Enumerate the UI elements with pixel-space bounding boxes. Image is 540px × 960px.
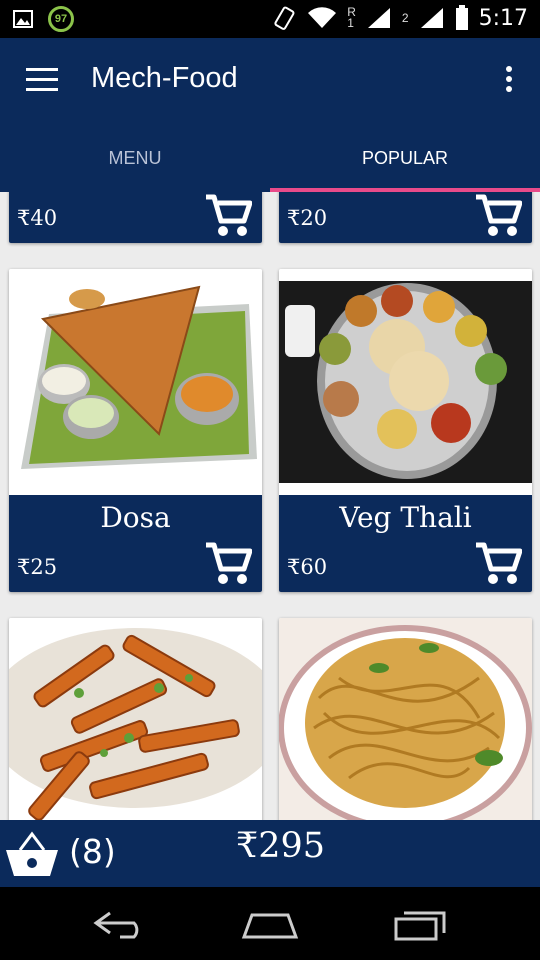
wifi-icon <box>308 7 337 29</box>
overflow-menu-icon[interactable] <box>504 66 514 96</box>
product-card[interactable] <box>9 618 262 820</box>
product-info: Dosa ₹25 <box>9 495 262 592</box>
signal-icon <box>367 8 390 28</box>
add-to-cart-icon[interactable] <box>204 539 252 587</box>
app-title: Mech-Food <box>91 62 238 94</box>
product-name: Dosa <box>100 501 171 534</box>
product-price: ₹20 <box>287 206 328 230</box>
vibrate-icon <box>274 6 295 30</box>
product-card[interactable]: Dosa ₹25 <box>9 269 262 592</box>
app-bar: Mech-Food MENU POPULAR <box>0 38 540 192</box>
product-price: ₹60 <box>287 555 328 579</box>
chilli-potato-image <box>9 618 262 820</box>
product-card[interactable]: Veg Thali ₹60 <box>279 269 532 592</box>
product-card[interactable] <box>279 618 532 820</box>
cart-total-price: ₹295 <box>236 826 326 866</box>
status-time: 5:17 <box>478 5 528 31</box>
battery-icon <box>455 5 468 30</box>
home-icon[interactable] <box>240 907 300 941</box>
veg-thali-image <box>279 269 532 495</box>
product-info: Veg Thali ₹60 <box>279 495 532 592</box>
tab-popular[interactable]: POPULAR <box>270 138 540 192</box>
recent-apps-icon[interactable] <box>390 907 450 941</box>
hamburger-menu-icon[interactable] <box>26 68 58 94</box>
back-icon[interactable] <box>90 907 150 941</box>
product-info: ₹20 <box>279 192 532 243</box>
product-price: ₹40 <box>17 206 58 230</box>
dosa-image <box>9 269 262 495</box>
product-grid: ₹40 ₹20 Dosa ₹25 Veg Thali ₹60 <box>0 192 540 820</box>
system-nav-bar <box>0 887 540 960</box>
status-bar: 97 R 1 2 5:17 <box>0 0 540 38</box>
add-to-cart-icon[interactable] <box>474 192 522 239</box>
product-info: ₹40 <box>9 192 262 243</box>
cart-item-count: (8) <box>69 832 116 871</box>
sim1-label: 1 <box>347 16 354 30</box>
sim2-label: 2 <box>401 11 409 25</box>
product-name: Veg Thali <box>339 501 472 534</box>
signal-icon <box>420 8 443 28</box>
tab-bar: MENU POPULAR <box>0 138 540 192</box>
product-card[interactable]: ₹20 <box>279 192 532 243</box>
image-icon <box>13 10 33 28</box>
notification-badge: 97 <box>48 6 74 32</box>
noodles-image <box>279 618 532 820</box>
product-card[interactable]: ₹40 <box>9 192 262 243</box>
product-price: ₹25 <box>17 555 58 579</box>
cart-summary-bar: (8) ₹295 <box>0 820 540 887</box>
tab-menu[interactable]: MENU <box>0 138 270 192</box>
add-to-cart-icon[interactable] <box>204 192 252 239</box>
shopping-basket-icon[interactable] <box>4 830 60 878</box>
add-to-cart-icon[interactable] <box>474 539 522 587</box>
